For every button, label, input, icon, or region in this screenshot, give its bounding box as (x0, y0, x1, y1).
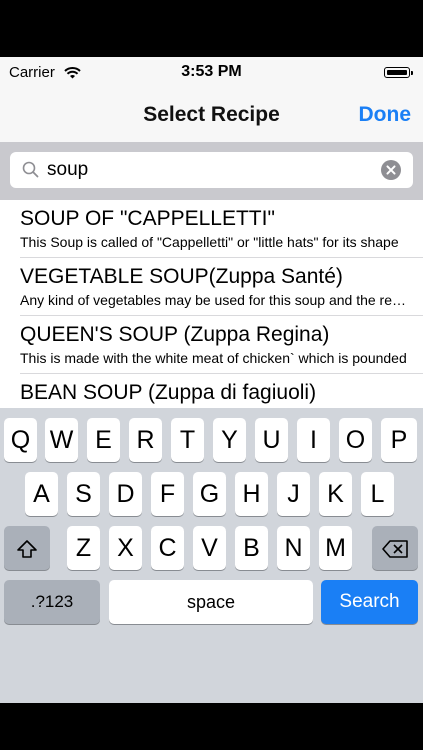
key-n[interactable]: N (277, 526, 310, 570)
recipe-subtitle: Any kind of vegetables may be used for t… (20, 292, 410, 308)
list-item[interactable]: BEAN SOUP (Zuppa di fagiuoli) (0, 374, 423, 408)
backspace-icon (381, 538, 409, 558)
key-d[interactable]: D (109, 472, 142, 516)
key-y[interactable]: Y (213, 418, 246, 462)
clock-time: 3:53 PM (181, 63, 242, 80)
search-bar (0, 142, 423, 200)
phone-screen: Carrier 3:53 PM Select Recipe Done soup … (0, 57, 423, 703)
key-v[interactable]: V (193, 526, 226, 570)
status-bar: Carrier 3:53 PM (0, 57, 423, 87)
search-input[interactable] (47, 157, 367, 183)
list-item[interactable]: QUEEN'S SOUP (Zuppa Regina) This is made… (0, 316, 423, 374)
navigation-bar: Select Recipe Done (0, 87, 423, 142)
key-u[interactable]: U (255, 418, 288, 462)
key-o[interactable]: O (339, 418, 372, 462)
recipe-list: SOUP OF "CAPPELLETTI" This Soup is calle… (0, 200, 423, 408)
key-a[interactable]: A (25, 472, 58, 516)
recipe-title: QUEEN'S SOUP (Zuppa Regina) (20, 323, 330, 346)
clear-search-icon[interactable] (381, 160, 401, 180)
key-q[interactable]: Q (4, 418, 37, 462)
recipe-subtitle: This Soup is called of "Cappelletti" or … (20, 234, 399, 250)
search-icon (22, 161, 39, 183)
recipe-title: BEAN SOUP (Zuppa di fagiuoli) (20, 381, 317, 404)
key-l[interactable]: L (361, 472, 394, 516)
search-key[interactable]: Search (321, 580, 418, 624)
recipe-title: VEGETABLE SOUP(Zuppa Santé) (20, 265, 343, 288)
keyboard: Q W E R T Y U I O P A S D F G H J K L Z … (0, 408, 423, 703)
shift-icon (16, 538, 38, 558)
key-j[interactable]: J (277, 472, 310, 516)
key-f[interactable]: F (151, 472, 184, 516)
backspace-key[interactable] (372, 526, 418, 570)
recipe-title: SOUP OF "CAPPELLETTI" (20, 207, 275, 230)
key-c[interactable]: C (151, 526, 184, 570)
list-item[interactable]: VEGETABLE SOUP(Zuppa Santé) Any kind of … (0, 258, 423, 316)
key-x[interactable]: X (109, 526, 142, 570)
key-z[interactable]: Z (67, 526, 100, 570)
key-h[interactable]: H (235, 472, 268, 516)
key-t[interactable]: T (171, 418, 204, 462)
list-item[interactable]: SOUP OF "CAPPELLETTI" This Soup is calle… (0, 200, 423, 258)
key-m[interactable]: M (319, 526, 352, 570)
shift-key[interactable] (4, 526, 50, 570)
space-key[interactable]: space (109, 580, 313, 624)
battery-icon (384, 67, 413, 78)
key-p[interactable]: P (381, 418, 417, 462)
key-g[interactable]: G (193, 472, 226, 516)
done-button[interactable]: Done (359, 103, 412, 127)
key-r[interactable]: R (129, 418, 162, 462)
numbers-key[interactable]: .?123 (4, 580, 100, 624)
key-b[interactable]: B (235, 526, 268, 570)
key-i[interactable]: I (297, 418, 330, 462)
recipe-subtitle: This is made with the white meat of chic… (20, 350, 407, 366)
key-k[interactable]: K (319, 472, 352, 516)
key-e[interactable]: E (87, 418, 120, 462)
key-s[interactable]: S (67, 472, 100, 516)
key-w[interactable]: W (45, 418, 78, 462)
search-field[interactable] (10, 152, 413, 188)
